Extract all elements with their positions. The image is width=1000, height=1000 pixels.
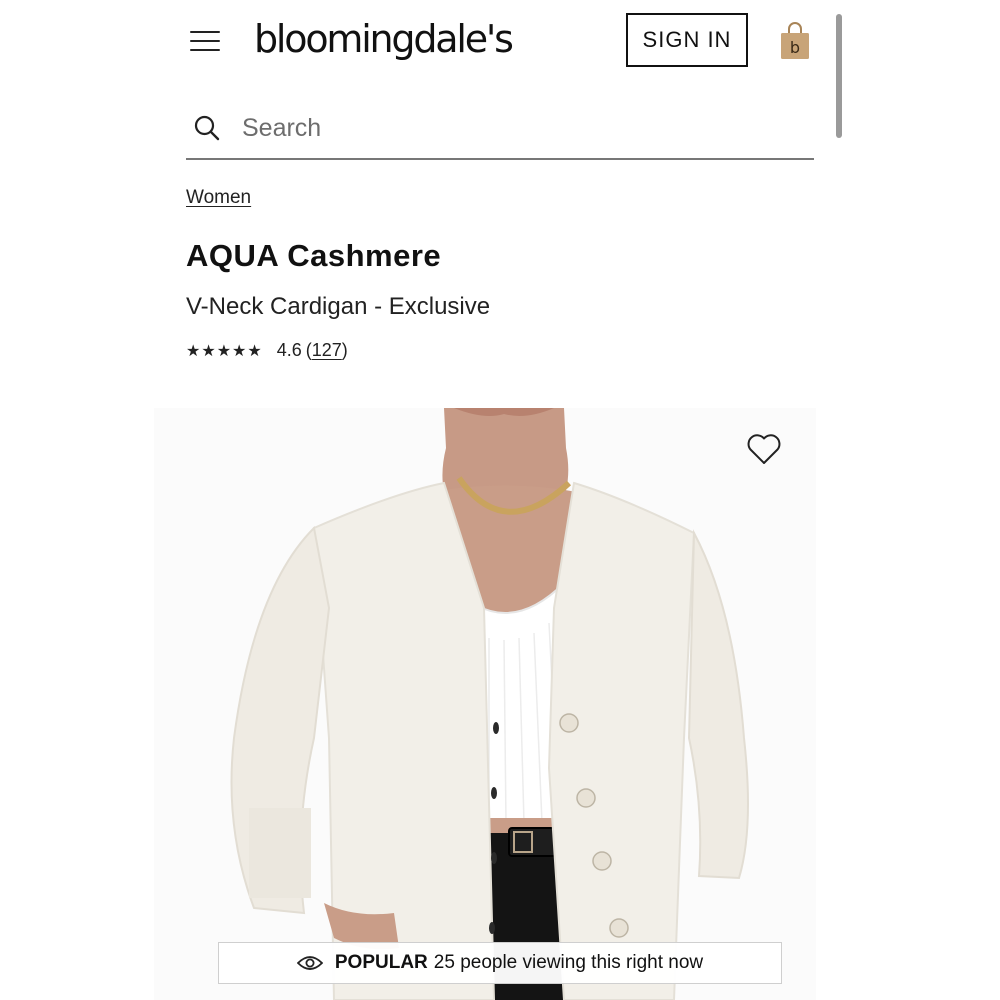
review-paren-close: ): [341, 340, 348, 360]
popular-banner: POPULAR 25 people viewing this right now: [218, 942, 782, 984]
rating-value: 4.6: [276, 340, 302, 360]
site-logo[interactable]: bloomingdale's: [254, 14, 514, 64]
popular-text: 25 people viewing this right now: [433, 952, 704, 973]
search-icon: [194, 115, 220, 141]
eye-icon: [296, 956, 323, 970]
menu-line: [190, 40, 220, 43]
star-rating-icon: ★★★★★: [186, 341, 263, 360]
menu-icon[interactable]: [190, 29, 222, 53]
breadcrumb-women[interactable]: Women: [186, 187, 251, 209]
sign-in-button[interactable]: SIGN IN: [626, 13, 748, 67]
product-brand[interactable]: AQUA Cashmere: [186, 238, 441, 274]
menu-line: [190, 31, 220, 34]
product-photo: [154, 408, 816, 1000]
product-title: V-Neck Cardigan - Exclusive: [186, 293, 491, 320]
popular-label: POPULAR: [334, 952, 428, 973]
search-input[interactable]: [240, 112, 784, 144]
bag-letter: b: [790, 38, 800, 57]
shopping-bag-icon[interactable]: b: [780, 22, 810, 60]
review-count-link[interactable]: 127: [312, 340, 342, 361]
product-image[interactable]: [154, 408, 816, 1000]
page-scrollbar[interactable]: [836, 14, 842, 138]
rating-summary[interactable]: ★★★★★ 4.6 (127): [186, 340, 348, 361]
wishlist-heart-icon[interactable]: [746, 432, 782, 466]
search-bar[interactable]: [186, 98, 814, 160]
menu-line: [190, 49, 220, 52]
